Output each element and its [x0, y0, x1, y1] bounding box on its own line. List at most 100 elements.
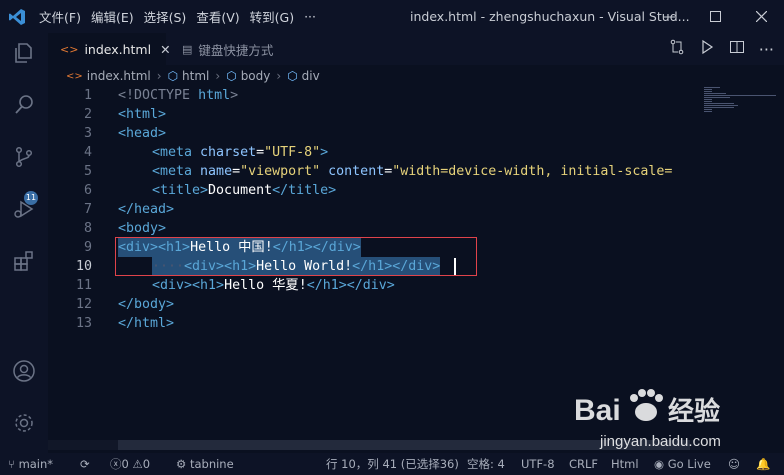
breadcrumb-label: div: [301, 69, 320, 83]
code-token: <html>: [118, 107, 167, 122]
code-token: <title>: [152, 183, 209, 198]
branch-label: main*: [18, 457, 54, 471]
watermark-brand: Bai: [574, 394, 621, 427]
code-token: </body>: [118, 297, 175, 312]
broadcast-icon: ◉: [654, 457, 668, 471]
element-cube-icon: ⬡: [226, 69, 237, 83]
notifications-icon[interactable]: 🔔: [756, 453, 770, 475]
warning-count: 0: [142, 457, 151, 471]
line-number: 3: [83, 126, 92, 141]
code-line: 8 <body>: [48, 219, 700, 238]
sync-icon[interactable]: ⟳: [80, 453, 90, 475]
watermark-url: jingyan.baidu.com: [599, 433, 721, 450]
line-number: 10: [75, 259, 92, 274]
code-token: >: [320, 145, 329, 160]
code-line: 1 <!DOCTYPE html>: [48, 86, 700, 105]
language-mode[interactable]: Html: [611, 453, 639, 475]
branch-item[interactable]: ⑂ main*: [8, 453, 53, 475]
status-bar: ⑂ main* ⟳ ⓧ0 ⚠0 ⚙ tabnine 行 10，列 41 (已选择…: [0, 453, 784, 475]
minimap[interactable]: [700, 86, 784, 116]
chevron-right-icon: ›: [276, 69, 282, 83]
code-token: </h1></div>: [306, 278, 395, 293]
close-icon[interactable]: [738, 0, 784, 33]
code-token: html: [198, 88, 231, 103]
whitespace-dots: ····: [152, 259, 185, 274]
tabnine-label: tabnine: [189, 457, 234, 471]
error-icon: ⓧ: [110, 457, 122, 471]
breadcrumb-item-body[interactable]: ⬡ body: [226, 69, 270, 83]
problems-item[interactable]: ⓧ0 ⚠0: [110, 453, 150, 475]
line-number: 1: [83, 88, 92, 103]
breadcrumb-item-file[interactable]: <> index.html: [66, 69, 151, 83]
code-token: </h1></div>: [352, 259, 441, 274]
code-line: 7 </head>: [48, 200, 700, 219]
code-token: </title>: [272, 183, 337, 198]
menu-more[interactable]: ···: [299, 9, 321, 24]
title-bar: 文件(F) 编辑(E) 选择(S) 查看(V) 转到(G) ··· index.…: [0, 0, 784, 33]
menu-view[interactable]: 查看(V): [191, 7, 244, 26]
chevron-right-icon: ›: [215, 69, 221, 83]
account-icon[interactable]: [12, 359, 36, 383]
menu-file[interactable]: 文件(F): [34, 7, 86, 26]
code-line: 2 <html>: [48, 105, 700, 124]
tab-keyboard-shortcuts[interactable]: ▤ 键盘快捷方式: [166, 33, 308, 65]
git-branch-icon: ⑂: [8, 457, 19, 471]
code-token: <meta: [152, 145, 201, 160]
activity-bar: 11: [0, 33, 48, 453]
code-token: <meta: [152, 164, 201, 179]
feedback-icon[interactable]: ☺: [728, 453, 740, 475]
code-token: charset: [200, 145, 257, 160]
menu-edit[interactable]: 编辑(E): [86, 7, 139, 26]
code-line: 4 <meta charset="UTF-8">: [48, 143, 700, 162]
code-line: 6 <title>Document</title>: [48, 181, 700, 200]
keyboard-shortcuts-icon: ▤: [182, 42, 193, 56]
line-number: 13: [75, 316, 92, 331]
menu-selection[interactable]: 选择(S): [139, 7, 192, 26]
run-debug-icon[interactable]: [12, 197, 36, 221]
more-actions-icon[interactable]: ···: [759, 40, 774, 59]
compare-changes-icon[interactable]: [669, 39, 685, 59]
minimize-icon[interactable]: [646, 0, 692, 33]
breadcrumb-item-div[interactable]: ⬡ div: [287, 69, 320, 83]
code-line: 3 <head>: [48, 124, 700, 143]
run-icon[interactable]: [699, 39, 715, 59]
editor-actions: ···: [669, 33, 774, 65]
code-token: Hello 中国!: [190, 240, 273, 255]
extensions-icon[interactable]: [12, 249, 36, 273]
warning-icon: ⚠: [132, 457, 143, 471]
tabnine-item[interactable]: ⚙ tabnine: [176, 453, 234, 475]
tab-index-html[interactable]: <> index.html ✕: [48, 33, 171, 65]
code-token: <!DOCTYPE: [118, 88, 199, 103]
menu-bar: 文件(F) 编辑(E) 选择(S) 查看(V) 转到(G) ···: [34, 0, 321, 33]
code-token: <body>: [118, 221, 167, 236]
code-line-current: 10 ····<div><h1>Hello World!</h1></div>: [48, 257, 700, 276]
breadcrumb-label: index.html: [86, 69, 151, 83]
encoding[interactable]: UTF-8: [521, 453, 555, 475]
source-control-icon[interactable]: [12, 145, 36, 169]
tabnine-icon: ⚙: [176, 457, 190, 471]
explorer-icon[interactable]: [12, 41, 36, 65]
maximize-icon[interactable]: [692, 0, 738, 33]
code-token: Hello 华夏!: [224, 278, 307, 293]
code-token: =: [232, 164, 241, 179]
go-live-button[interactable]: ◉ Go Live: [654, 453, 711, 475]
code-token: "UTF-8": [264, 145, 321, 160]
split-editor-icon[interactable]: [729, 39, 745, 59]
code-token: <div><h1>: [118, 240, 191, 255]
code-token: <div><h1>: [184, 259, 257, 274]
breadcrumb-item-html[interactable]: ⬡ html: [168, 69, 210, 83]
baidu-jingyan-watermark: Bai 经验 jingyan.baidu.com: [570, 386, 784, 456]
end-of-line[interactable]: CRLF: [569, 453, 598, 475]
cursor-position[interactable]: 行 10，列 41 (已选择36): [326, 453, 459, 475]
code-token: </h1></div>: [272, 240, 361, 255]
settings-gear-icon[interactable]: [12, 411, 36, 435]
code-token: </head>: [118, 202, 175, 217]
indentation[interactable]: 空格: 4: [467, 453, 505, 475]
code-line: 11 <div><h1>Hello 华夏!</h1></div>: [48, 276, 700, 295]
go-live-label: Go Live: [667, 457, 711, 471]
search-icon[interactable]: [12, 93, 36, 117]
line-number: 5: [83, 164, 92, 179]
line-number: 8: [83, 221, 92, 236]
window-controls: [646, 0, 784, 33]
menu-go[interactable]: 转到(G): [245, 7, 299, 26]
